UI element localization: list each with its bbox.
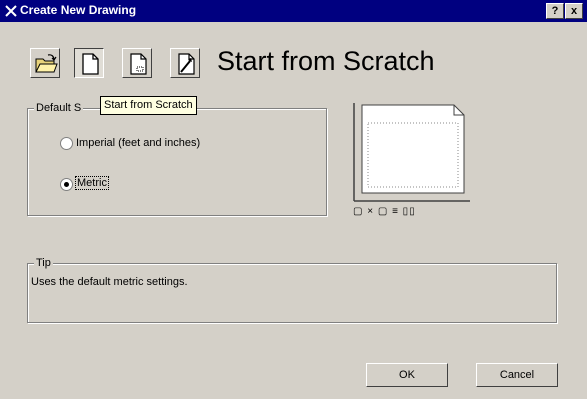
close-button[interactable]: x	[565, 3, 583, 19]
default-settings-legend: Default S	[34, 102, 84, 114]
app-icon	[5, 5, 17, 17]
template-page-icon	[130, 53, 147, 75]
imperial-radio[interactable]	[60, 137, 73, 150]
preview-indicators: ▢ × ▢ ≡ ▯▯	[353, 206, 416, 217]
drawing-preview	[353, 103, 470, 202]
open-folder-icon	[35, 54, 58, 73]
use-wizard-button[interactable]	[170, 48, 200, 78]
window-title: Create New Drawing	[20, 3, 137, 17]
imperial-label[interactable]: Imperial (feet and inches)	[76, 137, 200, 149]
tooltip: Start from Scratch	[100, 96, 197, 115]
tip-legend: Tip	[34, 257, 53, 269]
default-settings-group: Default S	[27, 102, 327, 216]
blank-page-icon	[82, 53, 99, 75]
title-bar: Create New Drawing ? x	[0, 0, 587, 22]
tip-group: Tip	[27, 257, 557, 323]
open-drawing-button[interactable]	[30, 48, 60, 78]
metric-radio[interactable]	[60, 178, 73, 191]
ok-button[interactable]: OK	[366, 363, 448, 387]
page-heading: Start from Scratch	[217, 46, 435, 76]
tip-text: Uses the default metric settings.	[31, 276, 188, 288]
help-button[interactable]: ?	[546, 3, 564, 19]
cancel-button[interactable]: Cancel	[476, 363, 558, 387]
start-from-scratch-button[interactable]	[74, 48, 104, 78]
metric-label[interactable]: Metric	[75, 176, 109, 190]
wizard-icon	[178, 53, 195, 75]
use-template-button[interactable]	[122, 48, 152, 78]
